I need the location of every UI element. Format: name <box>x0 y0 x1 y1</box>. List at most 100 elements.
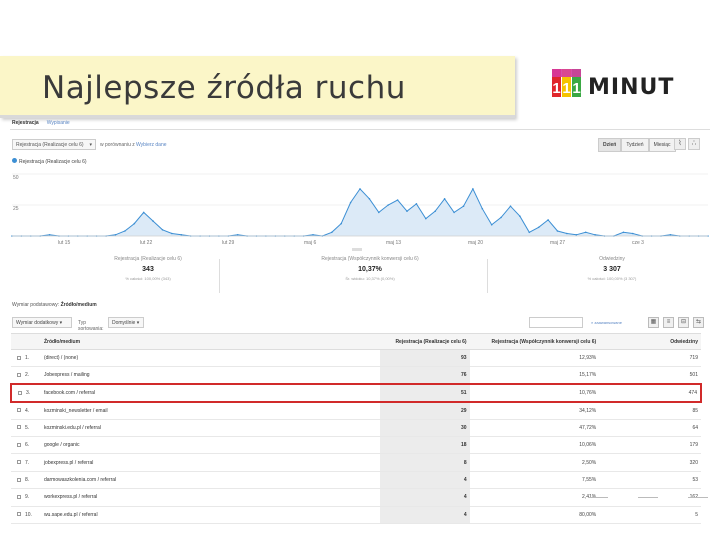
row-source[interactable]: darmowaszkolenia.com / referral <box>40 471 380 490</box>
svg-text:MINUT: MINUT <box>588 75 674 100</box>
period-week-button[interactable]: Tydzień <box>621 138 649 152</box>
table-row[interactable]: 7. jobexpress.pl / referral 8 2,50% 320 <box>11 453 701 472</box>
tabs-divider <box>10 129 710 130</box>
summary-rate-sub: Śr. widoku: 10,37% (0,00%) <box>345 276 395 281</box>
row-checkbox[interactable] <box>17 373 21 377</box>
data-point <box>368 198 371 200</box>
table-row[interactable]: 4. kozminski_newsletter / email 29 34,12% 85 <box>11 401 701 420</box>
table-row[interactable]: 10. wu.sape.edu.pl / referral 4 80,00% 5 <box>11 506 701 524</box>
row-rate: 80,00% <box>469 506 600 524</box>
row-rate: 2,50% <box>469 453 600 472</box>
sort-select[interactable]: Domyślnie ▾ <box>108 317 144 328</box>
row-checkbox[interactable] <box>17 408 21 413</box>
row-index: 3. <box>10 383 41 403</box>
chevron-down-icon: ▾ <box>59 320 63 326</box>
motion-chart-icon[interactable]: ∴ <box>688 138 700 150</box>
table-row[interactable]: 3. facebook.com / referral 51 10,76% 474 <box>10 383 702 403</box>
tab-wypisanie[interactable]: Wypisanie <box>47 120 70 126</box>
sort-value: Domyślnie <box>112 320 136 326</box>
table-row[interactable]: 6. google / organic 18 10,06% 179 <box>11 436 701 455</box>
tab-rejestracja[interactable]: Rejestracja <box>12 120 39 126</box>
chevron-down-icon: ▾ <box>136 320 140 326</box>
header-goals[interactable]: Rejestracja (Realizacje celu 6) <box>379 333 470 350</box>
table-row[interactable]: 2. Jobexpress / mailing 76 15,17% 501 <box>11 366 701 385</box>
data-point <box>462 205 465 207</box>
header-visits[interactable]: Odwiedziny <box>599 333 701 350</box>
data-point <box>632 232 634 235</box>
comparison-view-icon[interactable]: ⊟ <box>678 317 689 328</box>
row-source[interactable]: (direct) / (none) <box>40 349 380 368</box>
data-point <box>312 234 314 236</box>
row-checkbox[interactable] <box>17 494 21 499</box>
header-source[interactable]: Źródło/medium <box>40 333 380 350</box>
row-source[interactable]: kozminski.edu.pl / referral <box>40 419 380 437</box>
row-visits: 85 <box>599 401 701 420</box>
pick-metric-link[interactable]: Wybierz dane <box>136 142 167 148</box>
row-rate: 12,93% <box>469 349 600 368</box>
x-tick-label: maj 27 <box>550 240 565 246</box>
resize-handle <box>352 248 362 251</box>
summary-goals-value: 343 <box>142 266 154 273</box>
row-index: 4. <box>11 401 41 420</box>
data-point <box>453 211 455 214</box>
row-checkbox[interactable] <box>17 425 21 430</box>
line-chart-icon[interactable]: ⌇ <box>674 138 686 150</box>
row-source[interactable]: wu.sape.edu.pl / referral <box>40 506 380 524</box>
primary-dimension-value[interactable]: Źródło/medium <box>61 302 97 308</box>
advanced-search-label: zaawansowane <box>594 320 622 325</box>
data-point <box>142 211 145 214</box>
metric-select-value: Rejestracja (Realizacje celu 6) <box>16 142 84 148</box>
row-visits: 474 <box>599 383 702 403</box>
row-index-label: 9. <box>25 494 30 501</box>
chevron-down-icon: ▾ <box>89 142 92 148</box>
data-point <box>584 231 587 234</box>
svg-text:1: 1 <box>562 80 570 97</box>
data-point <box>396 199 399 201</box>
metric-select[interactable]: Rejestracja (Realizacje celu 6) ▾ <box>12 139 96 150</box>
legend-dot-icon <box>12 158 17 163</box>
summary-rate-label: Rejestracja (Współczynnik konwersji celu… <box>321 256 419 262</box>
row-source[interactable]: workexpress.pl / referral <box>40 488 380 507</box>
data-point <box>425 217 427 220</box>
search-input[interactable] <box>529 317 583 328</box>
advanced-search-link[interactable]: ⌕ zaawansowane <box>591 320 622 325</box>
header-rate[interactable]: Rejestracja (Współczynnik konwersji celu… <box>469 333 600 350</box>
row-checkbox[interactable] <box>18 390 22 395</box>
period-month-button[interactable]: Miesiąc <box>648 138 676 152</box>
row-index-label: 1. <box>25 355 30 362</box>
row-source[interactable]: kozminski_newsletter / email <box>40 401 380 420</box>
row-checkbox[interactable] <box>17 512 21 517</box>
row-source[interactable]: jobexpress.pl / referral <box>40 453 380 472</box>
row-checkbox[interactable] <box>17 442 21 447</box>
period-day-button[interactable]: Dzień <box>598 138 622 152</box>
row-index: 9. <box>11 488 41 507</box>
data-point <box>547 219 549 221</box>
data-point <box>387 204 390 206</box>
table-row[interactable]: 1. (direct) / (none) 93 12,93% 719 <box>11 349 701 368</box>
row-checkbox[interactable] <box>17 355 21 360</box>
secondary-dimension-select[interactable]: Wymiar dodatkowy ▾ <box>12 317 72 328</box>
row-source[interactable]: google / organic <box>40 436 380 455</box>
table-view-icon[interactable]: ▦ <box>648 317 659 328</box>
compare-label: w porównaniu z <box>100 142 135 148</box>
primary-dimension: Wymiar podstawowy: Źródło/medium <box>12 302 97 308</box>
data-point <box>331 231 333 234</box>
row-source[interactable]: facebook.com / referral <box>40 383 380 403</box>
pivot-view-icon[interactable]: ⇆ <box>693 317 704 328</box>
table-row[interactable]: 5. kozminski.edu.pl / referral 30 47,72% 64 <box>11 419 701 437</box>
summary-visits-value: 3 307 <box>603 266 621 273</box>
summary-visits-label: Odwiedziny <box>599 256 625 262</box>
row-goals: 4 <box>379 506 470 524</box>
sources-table: Źródło/medium Rejestracja (Realizacje ce… <box>10 333 702 524</box>
row-rate: 34,12% <box>469 401 600 420</box>
row-checkbox[interactable] <box>17 477 21 482</box>
data-point <box>359 188 361 190</box>
table-row[interactable]: 8. darmowaszkolenia.com / referral 4 7,55% 5… <box>11 471 701 490</box>
x-tick-label: maj 20 <box>468 240 483 246</box>
row-source[interactable]: Jobexpress / mailing <box>40 366 380 385</box>
x-tick-label: maj 6 <box>304 240 316 246</box>
data-point <box>152 220 154 222</box>
row-checkbox[interactable] <box>17 460 21 465</box>
list-view-icon[interactable]: ≡ <box>663 317 674 328</box>
data-point <box>133 222 136 225</box>
